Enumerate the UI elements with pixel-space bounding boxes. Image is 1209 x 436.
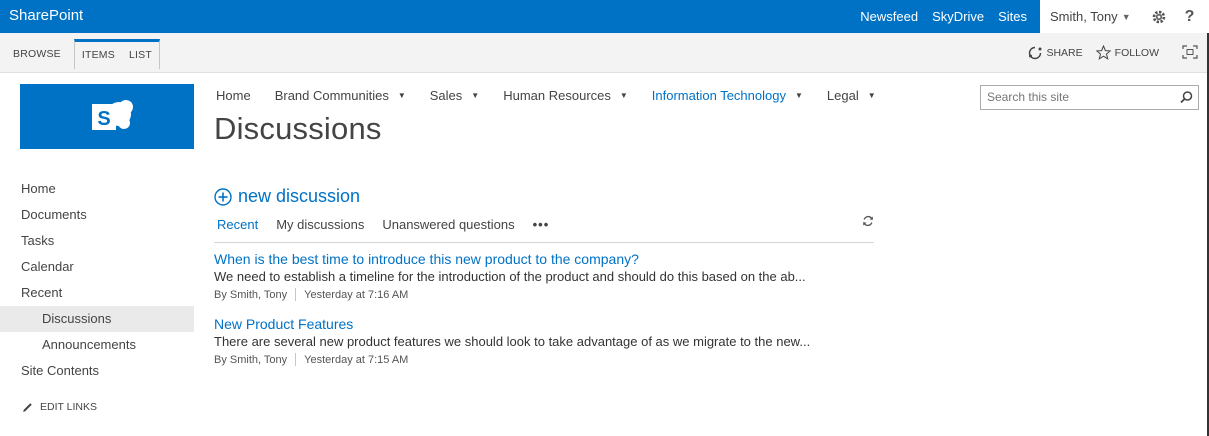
view-my-discussions[interactable]: My discussions (276, 217, 364, 232)
topnav-item-brand-communities[interactable]: Brand Communities ▼ (275, 88, 406, 103)
discussion-time: Yesterday at 7:16 AM (304, 288, 409, 301)
help-icon[interactable]: ? (1185, 8, 1195, 26)
ribbon-tab-group-list-tools: ITEMS LIST (73, 39, 160, 69)
top-navigation: Home Brand Communities ▼ Sales ▼ Human R… (216, 88, 900, 103)
leftnav-item-recent[interactable]: Recent (0, 280, 194, 306)
leftnav-item-discussions[interactable]: Discussions (0, 306, 194, 332)
discussion-excerpt: There are several new product features w… (214, 334, 811, 349)
discussion-meta: By Smith, Tony Yesterday at 7:15 AM (214, 353, 874, 366)
view-selector: Recent My discussions Unanswered questio… (217, 217, 549, 232)
leftnav-item-documents[interactable]: Documents (0, 202, 194, 228)
tab-items[interactable]: ITEMS (75, 42, 122, 69)
suite-link-sites[interactable]: Sites (991, 0, 1034, 33)
leftnav-item-calendar[interactable]: Calendar (0, 254, 194, 280)
follow-button[interactable]: FOLLOW (1095, 45, 1159, 60)
topnav-item-human-resources[interactable]: Human Resources ▼ (503, 88, 628, 103)
sharepoint-logo-icon: S (92, 100, 133, 130)
view-unanswered-questions[interactable]: Unanswered questions (382, 217, 514, 232)
chevron-down-icon[interactable]: ▼ (398, 91, 406, 100)
tab-list[interactable]: LIST (122, 42, 159, 69)
share-button[interactable]: SHARE (1028, 46, 1083, 60)
user-menu[interactable]: Smith, Tony ▼ ? (1040, 0, 1209, 33)
page-title: Discussions (214, 111, 382, 146)
focus-on-content-icon[interactable] (1182, 45, 1198, 59)
follow-label: FOLLOW (1114, 46, 1159, 59)
suite-link-skydrive[interactable]: SkyDrive (925, 0, 991, 33)
more-views-button[interactable]: ••• (533, 217, 550, 232)
topnav-item-legal[interactable]: Legal ▼ (827, 88, 876, 103)
discussion-title-link[interactable]: New Product Features (214, 316, 874, 332)
discussion-author[interactable]: By Smith, Tony (214, 354, 287, 366)
edit-links-button[interactable]: EDIT LINKS (22, 401, 97, 413)
leftnav-item-tasks[interactable]: Tasks (0, 228, 194, 254)
gear-icon[interactable] (1151, 9, 1167, 25)
chevron-down-icon[interactable]: ▼ (868, 91, 876, 100)
user-name: Smith, Tony (1050, 9, 1118, 24)
topnav-item-sales[interactable]: Sales ▼ (430, 88, 479, 103)
search-icon[interactable] (1179, 90, 1194, 105)
topnav-item-home[interactable]: Home (216, 88, 251, 103)
view-recent[interactable]: Recent (217, 217, 258, 232)
new-discussion-label: new discussion (238, 186, 361, 206)
meta-separator (295, 288, 297, 301)
share-icon (1029, 46, 1042, 59)
leftnav-item-home[interactable]: Home (0, 176, 194, 202)
svg-text:S: S (97, 108, 110, 130)
site-search-box (980, 85, 1199, 110)
suite-links: Newsfeed SkyDrive Sites Smith, Tony ▼ ? (853, 0, 1209, 33)
suite-link-newsfeed[interactable]: Newsfeed (853, 0, 925, 33)
chevron-down-icon: ▼ (1121, 11, 1131, 22)
edit-links-label: EDIT LINKS (40, 401, 97, 413)
chevron-down-icon[interactable]: ▼ (795, 91, 803, 100)
share-label: SHARE (1046, 46, 1083, 59)
leftnav-item-announcements[interactable]: Announcements (0, 332, 194, 358)
search-input[interactable] (987, 90, 1167, 104)
refresh-icon[interactable] (862, 215, 874, 227)
quick-launch: Home Documents Tasks Calendar Recent Dis… (0, 176, 194, 384)
add-circle-icon (214, 187, 232, 206)
star-icon (1095, 45, 1111, 60)
list-divider (214, 242, 874, 243)
pencil-icon (23, 403, 32, 412)
leftnav-item-site-contents[interactable]: Site Contents (0, 358, 194, 384)
chevron-down-icon[interactable]: ▼ (471, 91, 479, 100)
discussion-time: Yesterday at 7:15 AM (304, 353, 409, 366)
brand-link[interactable]: SharePoint (9, 7, 83, 24)
tab-browse[interactable]: BROWSE (6, 39, 68, 69)
topnav-item-information-technology[interactable]: Information Technology ▼ (652, 88, 803, 103)
discussion-title-link[interactable]: When is the best time to introduce this … (214, 251, 874, 267)
list-item: New Product Features There are several n… (214, 316, 874, 366)
ribbon-actions: SHARE FOLLOW (1015, 45, 1159, 60)
suite-bar: SharePoint Newsfeed SkyDrive Sites Smith… (0, 0, 1209, 33)
new-discussion-button[interactable]: new discussion (214, 186, 360, 207)
discussion-excerpt: We need to establish a timeline for the … (214, 269, 806, 284)
ribbon-tabs: BROWSE ITEMS LIST (6, 39, 160, 69)
site-logo[interactable]: S (20, 84, 194, 149)
list-item: When is the best time to introduce this … (214, 251, 874, 301)
ribbon: BROWSE ITEMS LIST SHARE FOLLOW (0, 33, 1209, 73)
discussion-meta: By Smith, Tony Yesterday at 7:16 AM (214, 288, 874, 301)
chevron-down-icon[interactable]: ▼ (620, 91, 628, 100)
meta-separator (295, 353, 297, 366)
discussion-author[interactable]: By Smith, Tony (214, 289, 287, 301)
